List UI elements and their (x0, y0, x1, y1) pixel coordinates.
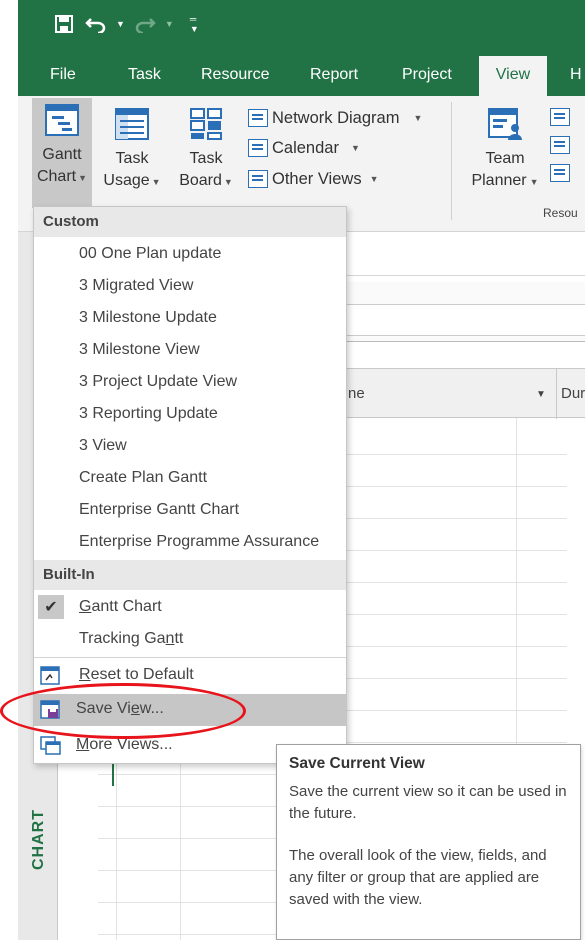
task-board-icon (186, 104, 226, 144)
chevron-down-icon: ▼ (78, 173, 88, 183)
tab-file[interactable]: File (42, 56, 84, 96)
network-diagram-button[interactable]: Network Diagram ▼ (248, 104, 422, 132)
chevron-down-icon: ▼ (529, 177, 539, 187)
resource-other-icon[interactable] (550, 164, 570, 182)
undo-icon[interactable] (84, 12, 108, 36)
tooltip-title: Save Current View (289, 755, 425, 772)
tooltip-paragraph: The overall look of the view, fields, an… (289, 847, 547, 908)
menu-label-part: tt (174, 630, 184, 647)
ribbon-separator (451, 102, 452, 220)
other-views-label: Other Views (272, 169, 362, 188)
calendar-icon (248, 139, 268, 157)
tab-report[interactable]: Report (302, 56, 366, 96)
chevron-down-icon: ▼ (223, 177, 233, 187)
view-bar-label: CHART (30, 809, 47, 870)
menu-item-custom-view[interactable]: 3 Migrated View (34, 271, 346, 303)
gantt-chart-dropdown-menu: Custom 00 One Plan update 3 Migrated Vie… (33, 206, 347, 764)
menu-label-part: w... (139, 700, 164, 717)
save-view-tooltip: Save Current View Save the current view … (276, 744, 581, 940)
menu-item-gantt-chart[interactable]: ✔ Gantt Chart (34, 592, 346, 624)
column-header-duration[interactable]: Duration (556, 369, 585, 419)
tab-resource[interactable]: Resource (193, 56, 277, 96)
menu-label-accelerator: G (79, 598, 92, 615)
task-usage-label-line2: Usage (103, 172, 150, 189)
tooltip-paragraph: Save the current view so it can be used … (289, 783, 567, 822)
resource-views-group-label: Resou (543, 206, 578, 220)
save-view-icon (40, 700, 62, 720)
menu-item-reset-to-default[interactable]: Reset to Default (34, 660, 346, 692)
menu-item-tracking-gantt[interactable]: Tracking Gantt (34, 624, 346, 656)
save-icon[interactable] (52, 12, 76, 36)
more-views-icon (40, 736, 62, 756)
gantt-chart-label-line1: Gantt (42, 146, 82, 163)
column-filter-dropdown-icon[interactable]: ▼ (536, 389, 546, 400)
gantt-chart-icon (42, 100, 82, 140)
other-views-icon (248, 170, 268, 188)
title-bar: ▼ ▼ ═ ▼ (18, 0, 585, 56)
team-planner-button[interactable]: Team Planner ▼ (470, 102, 540, 193)
calendar-label: Calendar (272, 138, 339, 157)
menu-label-accelerator: M (76, 736, 90, 753)
menu-label-part: Tracking Ga (79, 630, 166, 647)
task-usage-label-line1: Task (115, 150, 149, 167)
resource-usage-icon[interactable] (550, 136, 570, 154)
menu-label-part: antt Chart (91, 598, 162, 615)
menu-section-built-in: Built-In (34, 560, 346, 590)
reset-view-icon (40, 666, 62, 686)
task-board-label-line2: Board (179, 172, 222, 189)
chevron-down-icon: ▼ (369, 174, 379, 184)
resource-sheet-icon[interactable] (550, 108, 570, 126)
quick-access-toolbar: ▼ ▼ ═ ▼ (52, 12, 199, 36)
menu-label-part: ore Views... (89, 736, 173, 753)
task-board-label-line1: Task (189, 150, 223, 167)
task-board-button[interactable]: Task Board ▼ (176, 102, 236, 193)
gantt-chart-button[interactable]: Gantt Chart ▼ (32, 98, 92, 208)
menu-item-custom-view[interactable]: Enterprise Gantt Chart (34, 495, 346, 527)
menu-label-part: eset to Default (90, 666, 194, 683)
network-diagram-icon (248, 109, 268, 127)
tab-task[interactable]: Task (120, 56, 169, 96)
tab-h[interactable]: H (562, 56, 585, 96)
menu-label-accelerator: R (79, 666, 91, 683)
chevron-down-icon: ▼ (413, 113, 423, 123)
checkmark-icon: ✔ (38, 595, 64, 619)
network-diagram-label: Network Diagram (272, 108, 400, 127)
menu-divider (34, 657, 346, 658)
menu-item-custom-view[interactable]: Create Plan Gantt (34, 463, 346, 495)
resource-views-icons (550, 108, 570, 182)
menu-label-part: Save Vi (76, 700, 131, 717)
gantt-chart-label-line2: Chart (36, 168, 77, 185)
menu-item-custom-view[interactable]: 3 View (34, 431, 346, 463)
team-planner-label-line2: Planner (471, 172, 527, 189)
menu-item-custom-view[interactable]: Enterprise Programme Assurance (34, 527, 346, 559)
task-usage-icon (112, 104, 152, 144)
tab-view[interactable]: View (479, 56, 547, 96)
menu-item-custom-view[interactable]: 00 One Plan update (34, 239, 346, 271)
task-usage-button[interactable]: Task Usage ▼ (102, 102, 162, 193)
menu-item-custom-view[interactable]: 3 Milestone Update (34, 303, 346, 335)
team-planner-label-line1: Team (485, 150, 525, 167)
customize-qat-icon[interactable]: ═ ▼ (190, 14, 199, 34)
other-views-button[interactable]: Other Views ▼ (248, 165, 379, 193)
column-header-task-name[interactable]: ne (348, 385, 365, 402)
timeline-strip (318, 304, 585, 336)
chevron-down-icon: ▼ (350, 143, 360, 153)
tab-project[interactable]: Project (394, 56, 460, 96)
ribbon-tabs: File Task Resource Report Project View H (18, 56, 585, 96)
menu-item-custom-view[interactable]: 3 Reporting Update (34, 399, 346, 431)
menu-item-save-view[interactable]: Save View... (34, 694, 346, 726)
undo-dropdown-icon[interactable]: ▼ (116, 19, 125, 29)
menu-item-custom-view[interactable]: 3 Milestone View (34, 335, 346, 367)
chevron-down-icon: ▼ (151, 177, 161, 187)
redo-icon[interactable] (133, 12, 157, 36)
redo-dropdown-icon[interactable]: ▼ (165, 19, 174, 29)
menu-label-accelerator: e (130, 700, 140, 717)
menu-section-custom: Custom (34, 207, 346, 237)
calendar-button[interactable]: Calendar ▼ (248, 134, 360, 162)
tooltip-body: Save the current view so it can be used … (289, 781, 568, 911)
menu-item-custom-view[interactable]: 3 Project Update View (34, 367, 346, 399)
team-planner-icon (485, 104, 525, 144)
